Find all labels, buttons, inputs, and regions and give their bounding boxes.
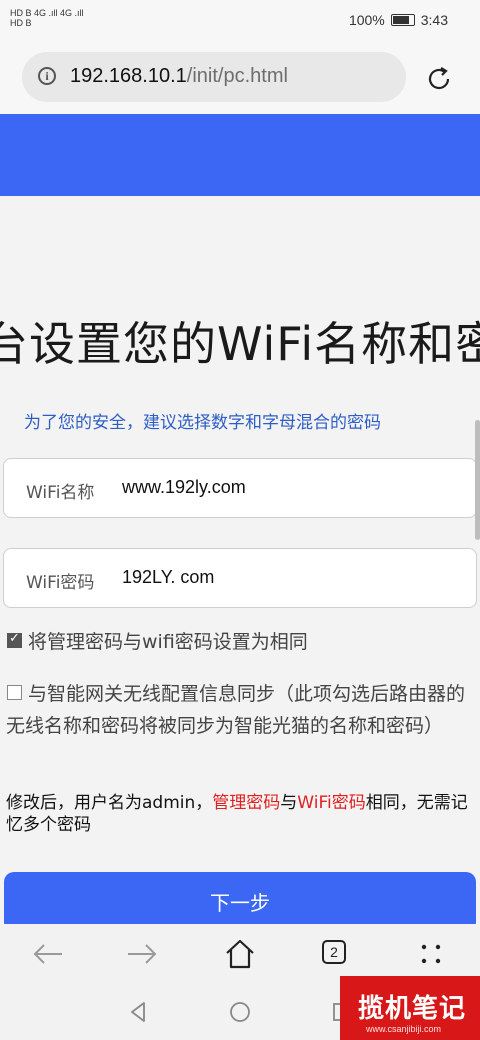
security-hint: 为了您的安全，建议选择数字和字母混合的密码: [24, 413, 381, 433]
scrollbar[interactable]: [475, 420, 480, 540]
menu-dots-icon[interactable]: [414, 936, 450, 972]
note-text-1: 修改后，用户名为admin，: [6, 793, 213, 813]
page-content: 台设置您的WiFi名称和密 为了您的安全，建议选择数字和字母混合的密码 WiFi…: [0, 196, 480, 924]
clock: 3:43: [420, 12, 448, 28]
signal-indicators: HD B 4G .ıll 4G .ıll HD B: [10, 8, 84, 28]
system-home-icon[interactable]: [226, 998, 254, 1026]
battery-percent: 100%: [348, 12, 385, 28]
status-right: 100% 3:43: [349, 12, 448, 28]
same-password-label[interactable]: 将管理密码与wifi密码设置为相同: [28, 627, 308, 654]
watermark-logo: 揽机笔记 www.csanjibiji.com: [340, 976, 480, 1040]
watermark-url: www.csanjibiji.com: [366, 1024, 442, 1034]
next-step-label: 下一步: [210, 891, 270, 915]
browser-bottom-bar: 2: [0, 924, 480, 984]
browser-toolbar: i 192.168.10.1/init/pc.html: [0, 42, 480, 114]
wifi-name-label: WiFi名称: [26, 483, 95, 503]
address-bar[interactable]: i 192.168.10.1/init/pc.html: [22, 52, 406, 102]
wifi-password-label: WiFi密码: [26, 573, 95, 593]
url-path: /init/pc.html: [186, 65, 288, 87]
reload-icon[interactable]: [424, 64, 454, 94]
system-back-icon[interactable]: [124, 998, 152, 1026]
sync-gateway-label[interactable]: 与智能网关无线配置信息同步（此项勾选后路由器的无线名称和密码将被同步为智能光猫的…: [6, 678, 480, 742]
watermark-text: 揽机笔记: [358, 994, 467, 1024]
url-text[interactable]: 192.168.10.1/init/pc.html: [70, 65, 288, 88]
forward-arrow-icon[interactable]: [124, 936, 160, 972]
wifi-password-field[interactable]: WiFi密码 192LY. com: [3, 548, 477, 608]
info-icon[interactable]: i: [38, 67, 56, 85]
signal-line-2: HD B: [10, 18, 32, 28]
signal-line-1: HD B 4G .ıll 4G .ıll: [10, 8, 84, 18]
note-wifi-password: WiFi密码: [297, 793, 366, 813]
next-step-button[interactable]: 下一步: [4, 872, 476, 924]
note-text-2: 与: [280, 793, 298, 813]
header-banner: [0, 114, 480, 196]
home-icon[interactable]: [222, 936, 258, 972]
wifi-name-input[interactable]: www.192ly.com: [122, 477, 246, 498]
note-admin-password: 管理密码: [212, 793, 281, 813]
page-title: 台设置您的WiFi名称和密: [0, 317, 480, 371]
url-host: 192.168.10.1: [70, 65, 187, 87]
back-arrow-icon[interactable]: [30, 936, 66, 972]
status-bar: HD B 4G .ıll 4G .ıll HD B 100% 3:43: [0, 0, 480, 42]
tabs-button[interactable]: 2: [316, 936, 352, 972]
battery-icon: [390, 14, 415, 26]
account-note: 修改后，用户名为admin，管理密码与WiFi密码相同，无需记忆多个密码: [6, 792, 476, 836]
same-password-checkbox[interactable]: [7, 631, 22, 648]
wifi-password-input[interactable]: 192LY. com: [122, 567, 214, 588]
wifi-name-field[interactable]: WiFi名称 www.192ly.com: [3, 458, 477, 518]
tab-count: 2: [322, 940, 346, 964]
